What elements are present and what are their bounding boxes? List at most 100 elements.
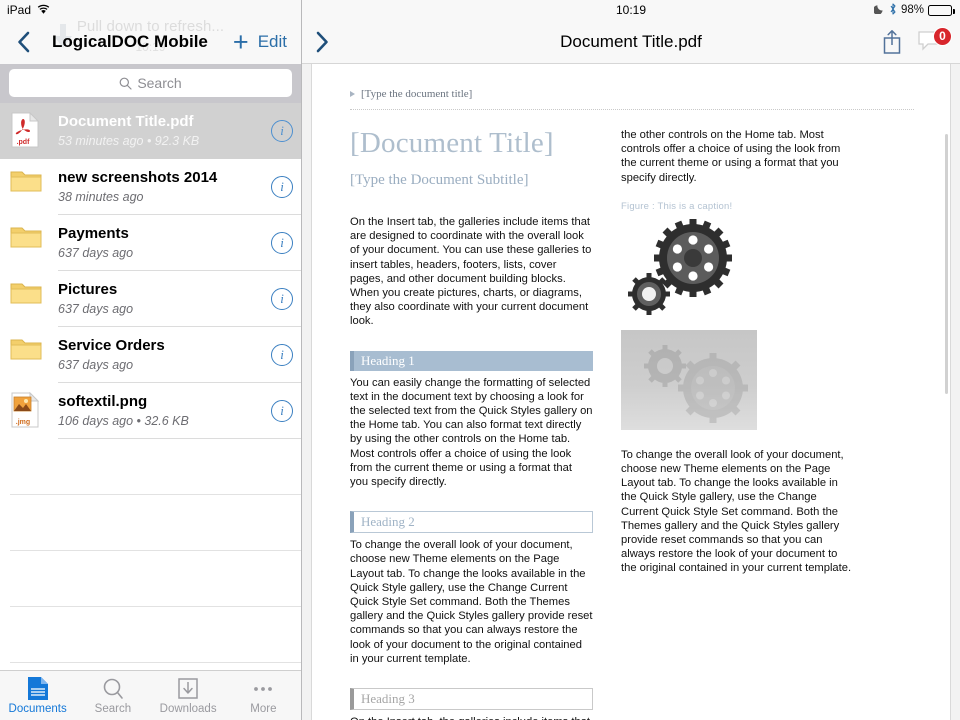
search-icon	[119, 77, 132, 90]
moon-icon	[874, 3, 885, 17]
document-column-left: [Document Title] [Type the Document Subt…	[350, 128, 593, 720]
list-item-name: softextil.png	[58, 393, 271, 411]
viewer-actions: 0	[882, 29, 946, 55]
empty-list-row	[0, 439, 301, 495]
document-main-title: [Document Title]	[350, 128, 593, 160]
folder-icon	[10, 336, 44, 374]
search-input[interactable]: Search	[9, 69, 292, 97]
battery-icon	[928, 5, 952, 16]
status-time: 10:19	[302, 3, 960, 17]
list-item-meta: 106 days ago • 32.6 KB	[58, 413, 271, 430]
list-item-text: Service Orders 637 days ago	[58, 337, 271, 374]
document-list[interactable]: .pdf Document Title.pdf 53 minutes ago •…	[0, 103, 301, 670]
folder-icon	[10, 168, 44, 206]
pdf-file-icon: .pdf	[10, 112, 44, 150]
comment-badge: 0	[933, 27, 952, 46]
viewer-panel: 10:19 98%	[302, 0, 960, 720]
pdf-page: [Type the document title] [Document Titl…	[311, 64, 951, 720]
document-title: Document Title.pdf	[302, 32, 960, 52]
document-header: [Type the document title]	[350, 88, 914, 100]
list-item-meta: 53 minutes ago • 92.3 KB	[58, 133, 271, 150]
info-button[interactable]: i	[271, 288, 293, 310]
viewer-navbar: Document Title.pdf 0	[302, 20, 960, 64]
list-item[interactable]: Payments 637 days ago i	[0, 215, 301, 271]
paragraph-heading-2: To change the overall look of your docum…	[350, 538, 593, 666]
image-file-icon: .jmg	[10, 392, 44, 430]
pdf-viewer[interactable]: [Type the document title] [Document Titl…	[302, 64, 960, 720]
document-header-text: [Type the document title]	[361, 88, 472, 100]
empty-list-row	[0, 607, 301, 663]
comment-button[interactable]: 0	[916, 29, 946, 55]
empty-list-row	[0, 551, 301, 607]
ellipsis-icon	[250, 676, 276, 701]
add-button[interactable]: +	[224, 29, 258, 56]
device-label: iPad	[7, 3, 31, 17]
list-item[interactable]: Pictures 637 days ago i	[0, 271, 301, 327]
tab-label: Documents	[9, 703, 67, 715]
list-item-meta: 637 days ago	[58, 245, 271, 262]
gears-illustration-faded	[621, 330, 757, 430]
heading-3: Heading 3	[350, 688, 593, 710]
list-item-text: softextil.png 106 days ago • 32.6 KB	[58, 393, 271, 430]
list-item-text: Payments 637 days ago	[58, 225, 271, 262]
document-column-right: the other controls on the Home tab. Most…	[621, 128, 856, 720]
gears-illustration	[621, 216, 757, 324]
list-item[interactable]: new screenshots 2014 38 minutes ago i	[0, 159, 301, 215]
tab-search[interactable]: Search	[75, 671, 150, 720]
svg-text:.jmg: .jmg	[16, 419, 30, 426]
list-item-name: Payments	[58, 225, 271, 243]
tab-more[interactable]: More	[226, 671, 301, 720]
tab-label: More	[250, 703, 276, 715]
search-placeholder: Search	[137, 75, 181, 91]
paragraph-right-bottom: To change the overall look of your docum…	[621, 448, 856, 576]
list-item-text: Document Title.pdf 53 minutes ago • 92.3…	[58, 113, 271, 150]
list-item[interactable]: Service Orders 637 days ago i	[0, 327, 301, 383]
tab-documents[interactable]: Documents	[0, 671, 75, 720]
wifi-icon	[37, 4, 50, 17]
list-item-meta: 38 minutes ago	[58, 189, 271, 206]
list-item-name: Pictures	[58, 281, 271, 299]
info-button[interactable]: i	[271, 176, 293, 198]
list-item-text: Pictures 637 days ago	[58, 281, 271, 318]
scrollbar-indicator[interactable]	[945, 134, 948, 394]
paragraph-right-top: the other controls on the Home tab. Most…	[621, 128, 856, 185]
heading-2: Heading 2	[350, 511, 593, 533]
paragraph-intro: On the Insert tab, the galleries include…	[350, 215, 593, 329]
bluetooth-icon	[889, 3, 897, 18]
edit-button[interactable]: Edit	[258, 32, 289, 52]
triangle-icon	[350, 91, 355, 97]
list-item-meta: 637 days ago	[58, 357, 271, 374]
document-subtitle: [Type the Document Subtitle]	[350, 172, 593, 189]
list-item-name: Service Orders	[58, 337, 271, 355]
document-icon	[26, 676, 50, 701]
info-button[interactable]: i	[271, 400, 293, 422]
figure-caption: Figure : This is a caption!	[621, 201, 856, 212]
info-button[interactable]: i	[271, 232, 293, 254]
status-indicators: 98%	[874, 3, 952, 18]
ipad-screen: iPad Pull down to refresh... 10:19	[0, 0, 960, 720]
info-button[interactable]: i	[271, 344, 293, 366]
document-columns: [Document Title] [Type the Document Subt…	[350, 128, 914, 720]
share-icon[interactable]	[882, 29, 902, 55]
folder-icon	[10, 224, 44, 262]
list-item-name: new screenshots 2014	[58, 169, 271, 187]
list-item-name: Document Title.pdf	[58, 113, 271, 131]
heading-1: Heading 1	[350, 351, 593, 371]
tab-bar: Documents Search	[0, 670, 301, 720]
battery-percent-label: 98%	[901, 4, 924, 16]
tab-label: Downloads	[160, 703, 217, 715]
tab-downloads[interactable]: Downloads	[151, 671, 226, 720]
status-bar-left: iPad	[0, 0, 301, 20]
list-item[interactable]: .jmg softextil.png 106 days ago • 32.6 K…	[0, 383, 301, 439]
paragraph-heading-3: On the Insert tab, the galleries include…	[350, 715, 593, 720]
back-button[interactable]	[12, 31, 34, 53]
info-button[interactable]: i	[271, 120, 293, 142]
empty-list-row	[0, 495, 301, 551]
page-title: LogicalDOC Mobile	[36, 32, 224, 52]
folder-icon	[10, 280, 44, 318]
list-item-text: new screenshots 2014 38 minutes ago	[58, 169, 271, 206]
status-bar-right: 10:19 98%	[302, 0, 960, 20]
paragraph-heading-1: You can easily change the formatting of …	[350, 376, 593, 490]
list-item[interactable]: .pdf Document Title.pdf 53 minutes ago •…	[0, 103, 301, 159]
header-divider	[350, 109, 914, 110]
